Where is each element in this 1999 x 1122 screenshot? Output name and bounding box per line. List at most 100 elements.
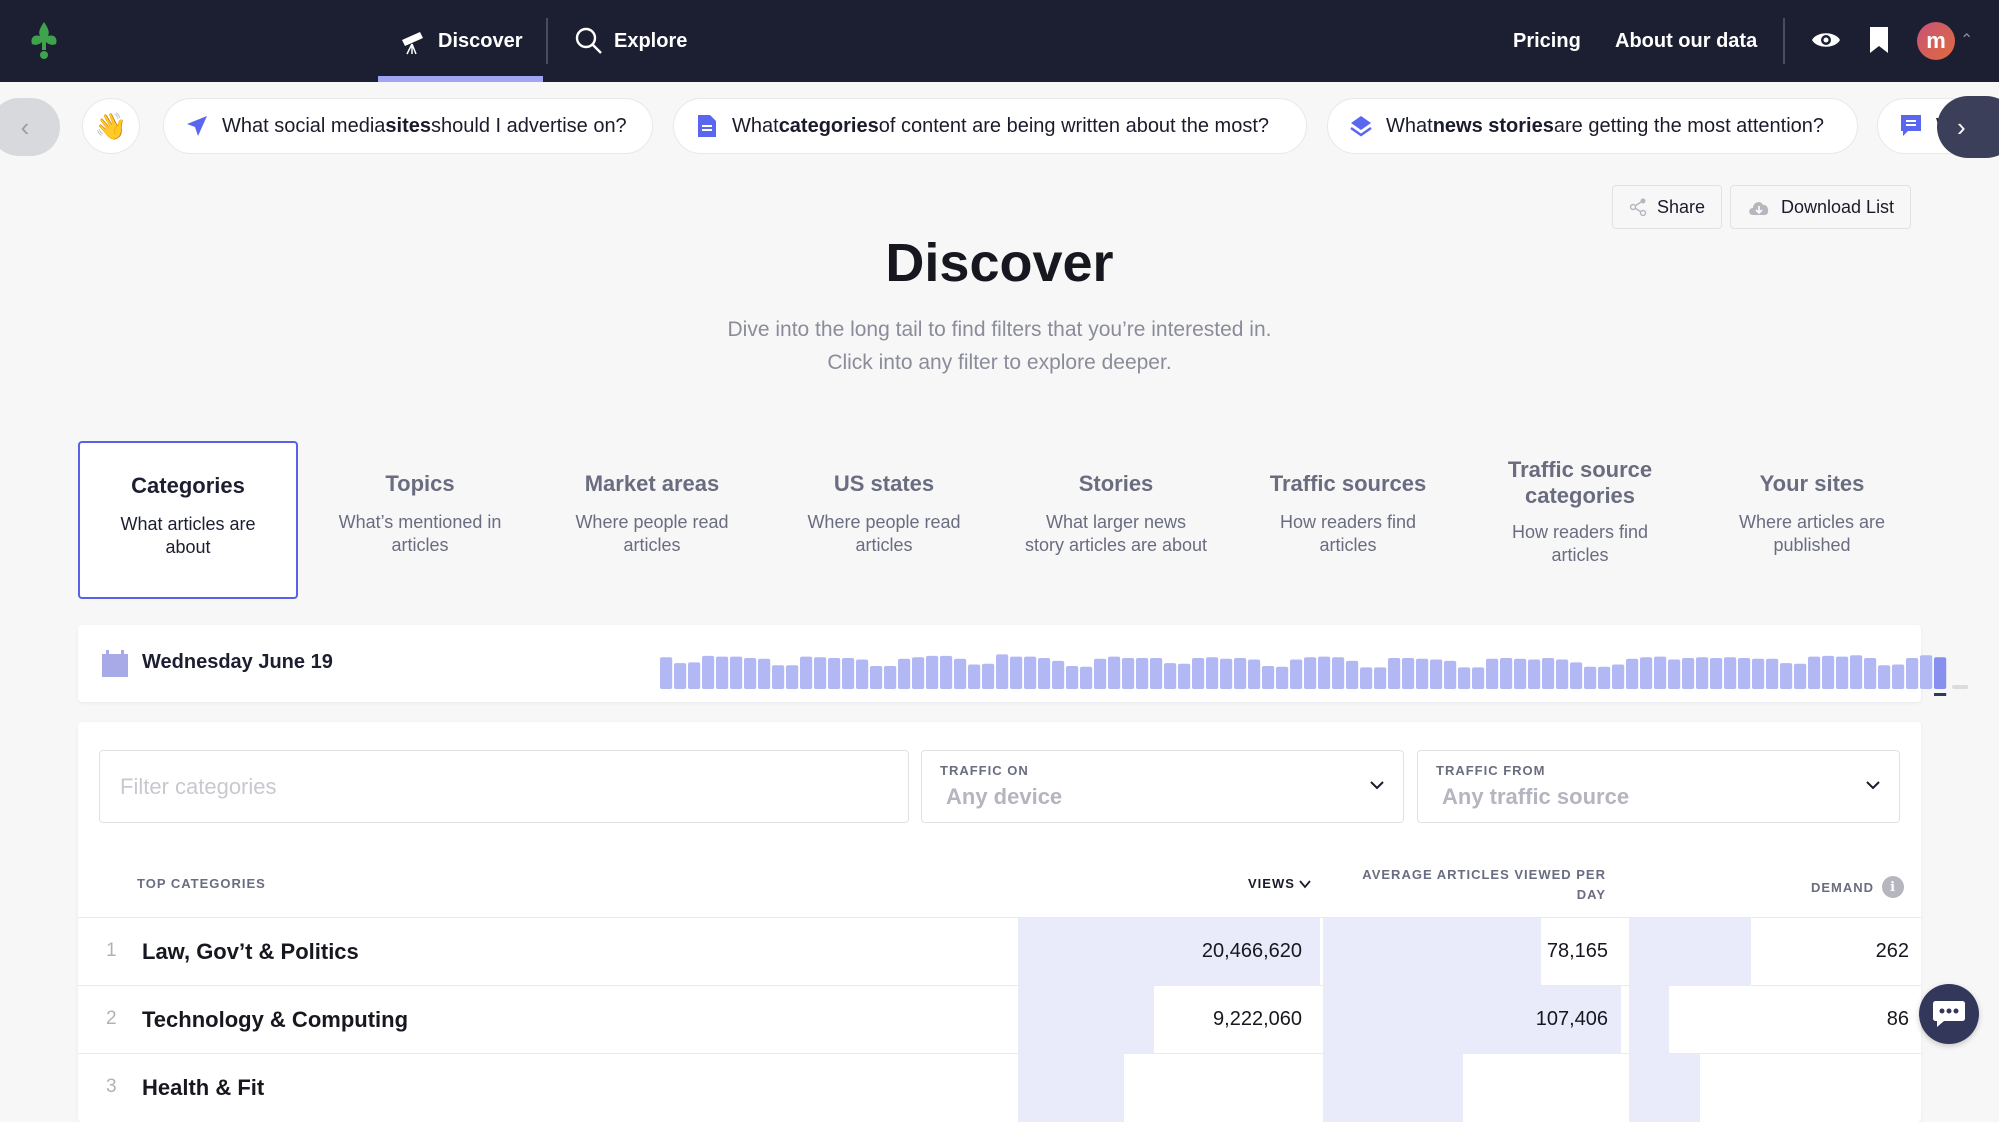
sparkline-bar[interactable] <box>716 656 729 689</box>
waving-hand-chip[interactable]: 👋 <box>82 98 140 154</box>
sparkline-bar[interactable] <box>842 658 855 689</box>
category-name[interactable]: Law, Gov’t & Politics <box>142 939 359 965</box>
sparkline-bar[interactable] <box>1304 657 1317 689</box>
sparkline-bar[interactable] <box>1892 664 1905 690</box>
filter-categories-input-wrap[interactable] <box>99 750 909 823</box>
sparkline-bar[interactable] <box>1696 657 1709 689</box>
sparkline-bar[interactable] <box>1122 658 1135 689</box>
sparkline-bar[interactable] <box>1262 666 1275 689</box>
tab-topics[interactable]: Topics What’s mentioned in articles <box>310 441 530 599</box>
sparkline-bar[interactable] <box>758 658 771 689</box>
sparkline-bar[interactable] <box>1682 658 1695 689</box>
category-name[interactable]: Health & Fit <box>142 1075 264 1101</box>
sparkline-bar[interactable] <box>1234 658 1247 689</box>
sparkline-bar[interactable] <box>1150 658 1163 689</box>
sparkline-bar[interactable] <box>730 656 743 689</box>
question-chip-news-stories[interactable]: What news stories are getting the most a… <box>1327 98 1858 154</box>
filter-categories-input[interactable] <box>120 773 908 800</box>
sparkline-bar-selected[interactable] <box>1934 657 1947 689</box>
sparkline-bar[interactable] <box>1458 667 1471 689</box>
column-header-demand[interactable]: DEMAND i <box>1811 876 1905 898</box>
sparkline-bar[interactable] <box>1668 659 1681 690</box>
sparkline-bar[interactable] <box>1206 657 1219 689</box>
table-row[interactable]: 3 Health & Fit <box>78 1053 1921 1122</box>
sparkline-bar[interactable] <box>688 662 701 689</box>
sparkline-bar[interactable] <box>1612 664 1625 690</box>
sparkline-bar[interactable] <box>1808 656 1821 689</box>
sparkline-bar[interactable] <box>1780 663 1793 689</box>
sparkline-bar[interactable] <box>1514 658 1527 689</box>
sparkline-bar[interactable] <box>1136 658 1149 689</box>
chat-support-button[interactable] <box>1919 984 1979 1044</box>
table-row[interactable]: 1 Law, Gov’t & Politics 20,466,620 78,165 26… <box>78 917 1921 986</box>
sparkline-bar[interactable] <box>1906 658 1919 689</box>
sparkline-bar[interactable] <box>1164 663 1177 689</box>
sparkline-bar[interactable] <box>1416 658 1429 689</box>
sparkline-bar[interactable] <box>1724 657 1737 689</box>
sparkline-bar[interactable] <box>1010 656 1023 689</box>
sparkline-bar[interactable] <box>1626 658 1639 689</box>
share-button[interactable]: Share <box>1612 185 1723 229</box>
sparkline-bar[interactable] <box>800 656 813 689</box>
sparkline-bar[interactable] <box>1822 655 1835 689</box>
sparkline-bar[interactable] <box>1388 658 1401 689</box>
sparkline-bar[interactable] <box>1066 666 1079 689</box>
sparkline-bar[interactable] <box>1192 658 1205 689</box>
sparkline-bar[interactable] <box>1248 659 1261 690</box>
category-name[interactable]: Technology & Computing <box>142 1007 408 1033</box>
sparkline-bar[interactable] <box>1444 660 1457 689</box>
sparkline-bar[interactable] <box>1598 666 1611 689</box>
sparkline-bar[interactable] <box>954 658 967 689</box>
tab-categories[interactable]: Categories What articles are about <box>78 441 298 599</box>
sparkline-bar[interactable] <box>1836 656 1849 689</box>
sparkline-bar[interactable] <box>702 655 715 689</box>
sparkline-bar[interactable] <box>968 664 981 690</box>
table-row[interactable]: 2 Technology & Computing 9,222,060 107,406 8… <box>78 985 1921 1054</box>
sparkline-bar[interactable] <box>1556 659 1569 690</box>
sparkline-bar[interactable] <box>1290 659 1303 690</box>
sparkline-bar[interactable] <box>1276 666 1289 689</box>
sparkline-bar[interactable] <box>772 665 785 689</box>
sparkline-bar[interactable] <box>786 665 799 689</box>
sparkline-bar[interactable] <box>744 658 757 689</box>
sparkline-bar[interactable] <box>1052 660 1065 689</box>
sparkline-bar[interactable] <box>828 658 841 689</box>
calendar-icon[interactable] <box>102 649 128 677</box>
sparkline-bar[interactable] <box>674 663 687 689</box>
question-chip-social-sites[interactable]: What social media sites should I adverti… <box>163 98 653 154</box>
sparkline-bar[interactable] <box>856 659 869 690</box>
sparkline-bar[interactable] <box>1528 659 1541 690</box>
sparkline-bar[interactable] <box>926 655 939 689</box>
nav-tab-explore[interactable]: Explore <box>574 0 687 82</box>
sparkline-bar[interactable] <box>1080 666 1093 689</box>
tab-market-areas[interactable]: Market areas Where people read articles <box>542 441 762 599</box>
sparkline-bar[interactable] <box>898 658 911 689</box>
info-icon[interactable]: i <box>1882 876 1905 898</box>
tab-us-states[interactable]: US states Where people read articles <box>774 441 994 599</box>
tab-your-sites[interactable]: Your sites Where articles are published <box>1702 441 1922 599</box>
sparkline-bar[interactable] <box>1864 658 1877 689</box>
sparkline-bar[interactable] <box>814 657 827 689</box>
sparkline-bar[interactable] <box>1108 656 1121 689</box>
parsley-logo-icon[interactable] <box>26 20 62 60</box>
sparkline-bar[interactable] <box>1654 656 1667 689</box>
sparkline-bar[interactable] <box>1794 663 1807 689</box>
bookmark-icon[interactable] <box>1863 24 1895 56</box>
eye-icon[interactable] <box>1810 24 1842 56</box>
sparkline-bar[interactable] <box>912 657 925 689</box>
sparkline-bar[interactable] <box>1472 667 1485 689</box>
chevron-up-icon[interactable]: ⌃ <box>1960 30 1973 50</box>
sparkline-bar[interactable] <box>1920 655 1933 689</box>
traffic-device-select[interactable]: TRAFFIC ON Any device <box>921 750 1404 823</box>
nav-link-about-data[interactable]: About our data <box>1615 0 1757 82</box>
column-header-views[interactable]: VIEWS <box>1248 876 1311 891</box>
sparkline-bar[interactable] <box>1710 658 1723 689</box>
daily-traffic-sparkline[interactable] <box>660 637 1980 697</box>
sparkline-bar[interactable] <box>1584 666 1597 689</box>
sparkline-bar[interactable] <box>1850 655 1863 689</box>
tab-traffic-sources[interactable]: Traffic sources How readers find article… <box>1238 441 1458 599</box>
sparkline-bar[interactable] <box>1738 658 1751 689</box>
column-header-avg-articles[interactable]: AVERAGE ARTICLES VIEWED PER DAY <box>1358 865 1606 905</box>
sparkline-bar[interactable] <box>1500 658 1513 689</box>
sparkline-bar[interactable] <box>1640 657 1653 689</box>
